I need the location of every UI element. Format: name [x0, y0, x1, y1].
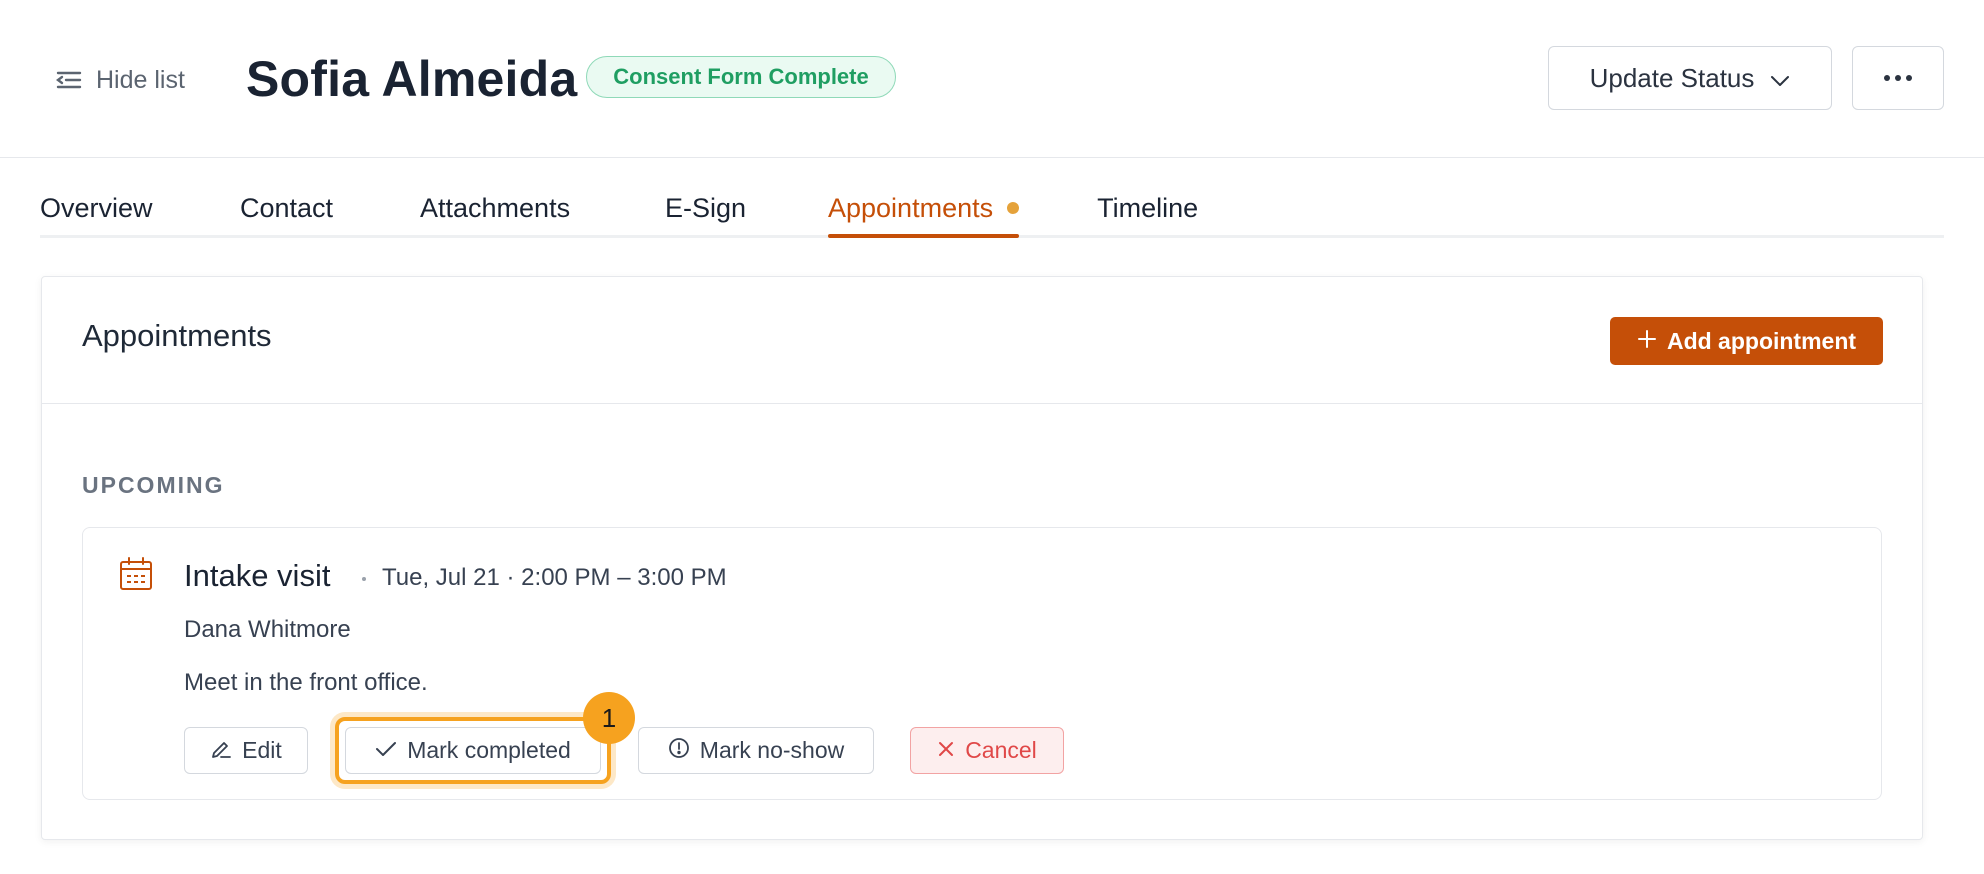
status-badge: Consent Form Complete [586, 56, 896, 98]
update-status-label: Update Status [1589, 62, 1755, 93]
hide-list-label: Hide list [96, 65, 185, 94]
hide-list-button[interactable]: Hide list [56, 58, 185, 102]
notification-dot [1007, 202, 1020, 214]
tab-appointments[interactable]: Appointments [828, 178, 1020, 238]
tab-bar: Overview Contact Attachments E-Sign Appo… [40, 178, 1198, 238]
appointment-note: Meet in the front office. [184, 669, 428, 696]
list-collapse-icon [56, 70, 82, 90]
section-label-upcoming: UPCOMING [82, 472, 225, 498]
update-status-button[interactable]: Update Status [1548, 46, 1832, 110]
alert-circle-icon [668, 737, 690, 765]
edit-label: Edit [242, 737, 282, 763]
step-marker-badge: 1 [583, 692, 635, 744]
tab-esign[interactable]: E-Sign [665, 178, 828, 238]
chevron-down-icon [1770, 63, 1790, 94]
tab-timeline[interactable]: Timeline [1097, 178, 1198, 238]
edit-button[interactable]: Edit [184, 727, 308, 774]
tab-label: Attachments [420, 192, 571, 223]
card-title: Appointments [82, 318, 272, 353]
more-options-button[interactable] [1852, 46, 1944, 110]
cancel-appointment-button[interactable]: Cancel [910, 727, 1064, 774]
ellipsis-icon [1884, 75, 1912, 81]
tab-attachments[interactable]: Attachments [420, 178, 665, 238]
card-divider [42, 403, 1922, 404]
cancel-label: Cancel [965, 737, 1037, 763]
tab-overview[interactable]: Overview [40, 178, 240, 238]
mark-completed-button[interactable]: Mark completed [345, 727, 601, 774]
tab-label: E-Sign [665, 192, 747, 223]
tab-label: Overview [40, 192, 153, 223]
tab-contact[interactable]: Contact [240, 178, 420, 238]
close-icon [937, 737, 955, 764]
mark-completed-label: Mark completed [407, 737, 571, 763]
appointment-time: Tue, Jul 21 · 2:00 PM – 3:00 PM [382, 564, 727, 591]
pencil-icon [210, 737, 232, 765]
mark-no-show-button[interactable]: Mark no-show [638, 727, 874, 774]
tab-label: Contact [240, 192, 334, 223]
check-icon [375, 737, 397, 764]
mark-no-show-label: Mark no-show [699, 737, 845, 763]
plus-icon [1637, 328, 1657, 355]
tab-label: Timeline [1097, 192, 1199, 223]
separator-dot [362, 577, 366, 581]
appointment-attendee: Dana Whitmore [184, 616, 351, 643]
calendar-icon [119, 557, 153, 596]
page-title: Sofia Almeida [246, 51, 578, 107]
add-appointment-label: Add appointment [1666, 327, 1857, 354]
appointment-title: Intake visit [184, 558, 331, 593]
tab-label: Appointments [828, 192, 994, 223]
header-divider [0, 157, 1984, 158]
add-appointment-button[interactable]: Add appointment [1610, 317, 1883, 365]
